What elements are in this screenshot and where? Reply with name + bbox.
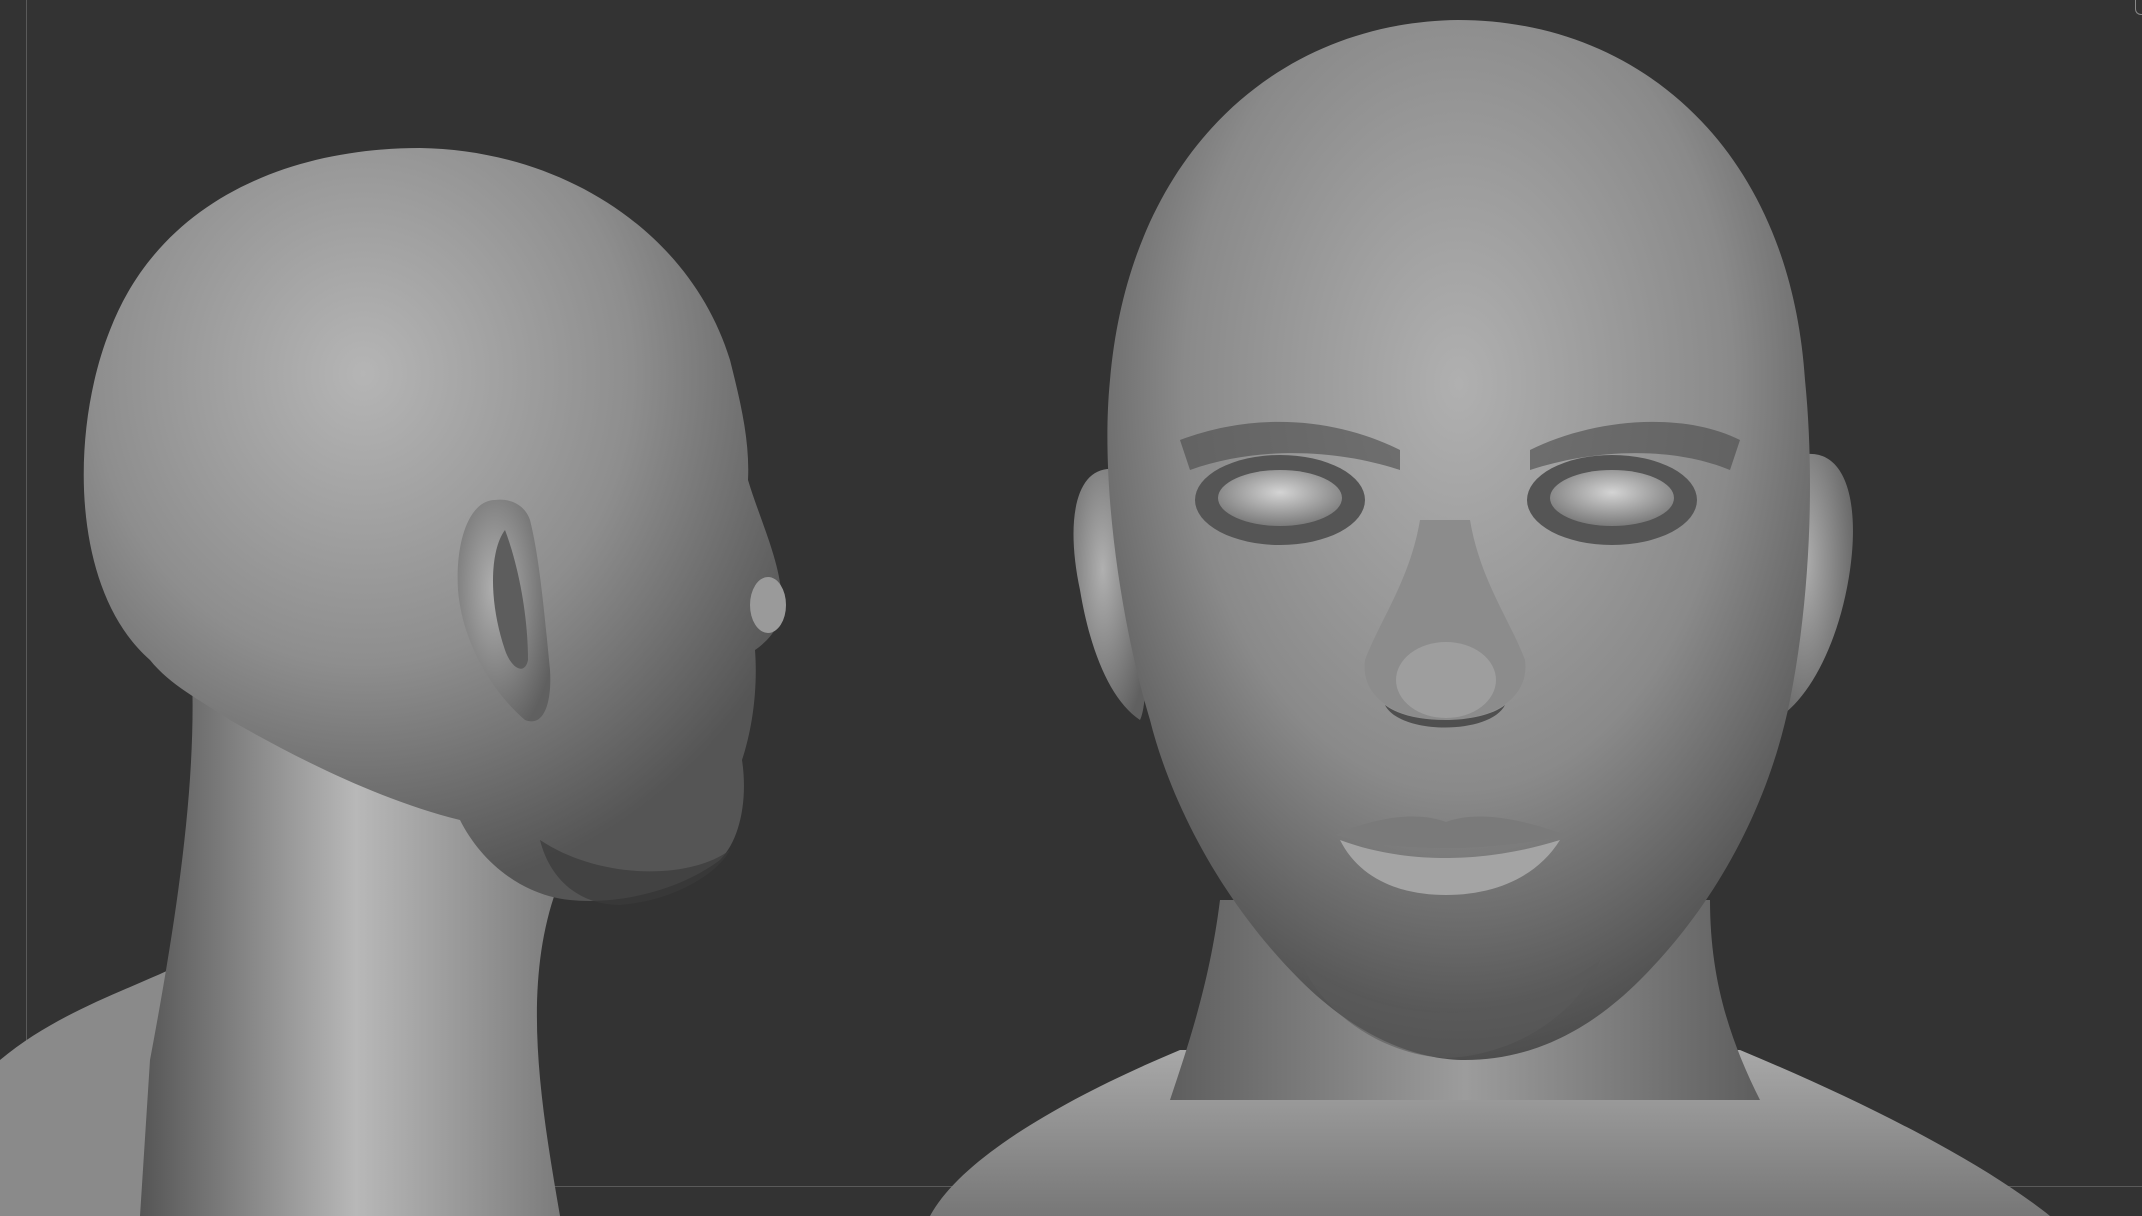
front-view-head[interactable] [930, 20, 2050, 1216]
sculpt-viewport[interactable] [0, 0, 2142, 1216]
front-left-eye [1218, 470, 1342, 526]
side-nose [750, 577, 786, 633]
side-profile-head[interactable] [0, 148, 786, 1216]
front-right-eye [1550, 470, 1674, 526]
sculpt-render [0, 20, 2050, 1216]
front-nose-tip [1396, 642, 1496, 718]
side-skull [83, 148, 783, 901]
